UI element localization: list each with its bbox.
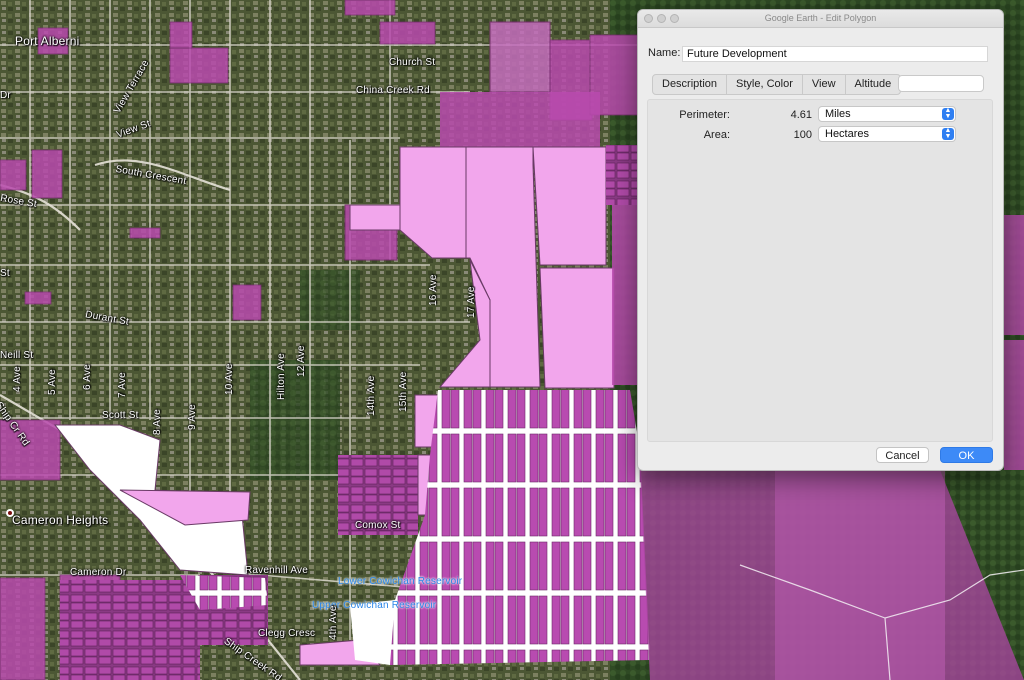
map-label-15th-ave: 15th Ave [398,371,409,412]
map-label-7-ave: 7 Ave [117,372,128,398]
map-label-clegg-cresc: Clegg Cresc [258,628,316,639]
map-label-hilton-ave: Hilton Ave [276,353,287,400]
chevron-updown-icon: ▲ ▼ [942,127,954,140]
area-label: Area: [703,129,730,141]
map-label-9-ave: 9 Ave [187,404,198,430]
tab-style-color[interactable]: Style, Color [727,75,803,94]
map-label-4th-ave: 4th Ave [328,605,339,640]
map-label-14th-ave: 14th Ave [366,375,377,416]
map-label-17-ave: 17 Ave [466,286,477,318]
window-title: Google Earth - Edit Polygon [764,13,877,23]
map-label-12-ave: 12 Ave [296,345,307,377]
location-pin-icon[interactable] [6,509,14,517]
map-label-5-ave: 5 Ave [47,369,58,395]
area-unit-select[interactable]: Hectares ▲ ▼ [818,126,956,142]
map-label-st: St [0,268,10,279]
tab-bar: Description Style, Color View Altitude [652,74,902,95]
map-label-lower-cowichan-reservoir: Lower Cowichan Reservoir [338,576,463,587]
area-unit-value: Hectares [825,128,870,140]
map-label-4-ave: 4 Ave [12,366,23,392]
map-label-comox-st: Comox St [355,520,401,531]
area-value: 100 [793,129,812,141]
ok-button[interactable]: OK [940,447,993,463]
perimeter-unit-value: Miles [825,108,851,120]
map-label-6-ave: 6 Ave [82,364,93,390]
tab-measurements[interactable] [898,75,984,92]
map-label-port-alberni: Port Alberni [15,34,80,48]
measurements-panel [647,99,993,442]
map-label-scott-st: Scott St [102,410,139,421]
map-label-cameron-dr: Cameron Dr [70,567,127,578]
map-label-10-ave: 10 Ave [224,363,235,395]
perimeter-label: Perimeter: [679,109,730,121]
cancel-button[interactable]: Cancel [876,447,929,463]
dialog-titlebar[interactable]: Google Earth - Edit Polygon [638,10,1003,28]
map-label-ravenhill-ave: Ravenhill Ave [245,565,309,576]
name-field[interactable]: Future Development [682,46,988,62]
perimeter-unit-select[interactable]: Miles ▲ ▼ [818,106,956,122]
name-label: Name: [648,47,681,59]
map-label-8-ave: 8 Ave [152,409,163,435]
map-label-china-creek-rd: China Creek Rd [356,85,430,96]
tab-description[interactable]: Description [653,75,728,94]
tab-altitude[interactable]: Altitude [846,75,901,94]
map-label-dr: Dr [0,90,11,101]
map-label-church-st: Church St [389,57,436,68]
edit-polygon-dialog: Google Earth - Edit Polygon Name: Future… [637,9,1004,471]
map-label-cameron-heights: Cameron Heights [12,513,109,527]
map-label-neill-st: Neill St [0,350,34,361]
map-label-16-ave: 16 Ave [428,274,439,306]
chevron-updown-icon: ▲ ▼ [942,107,954,120]
perimeter-value: 4.61 [790,109,812,121]
tab-view[interactable]: View [803,75,846,94]
